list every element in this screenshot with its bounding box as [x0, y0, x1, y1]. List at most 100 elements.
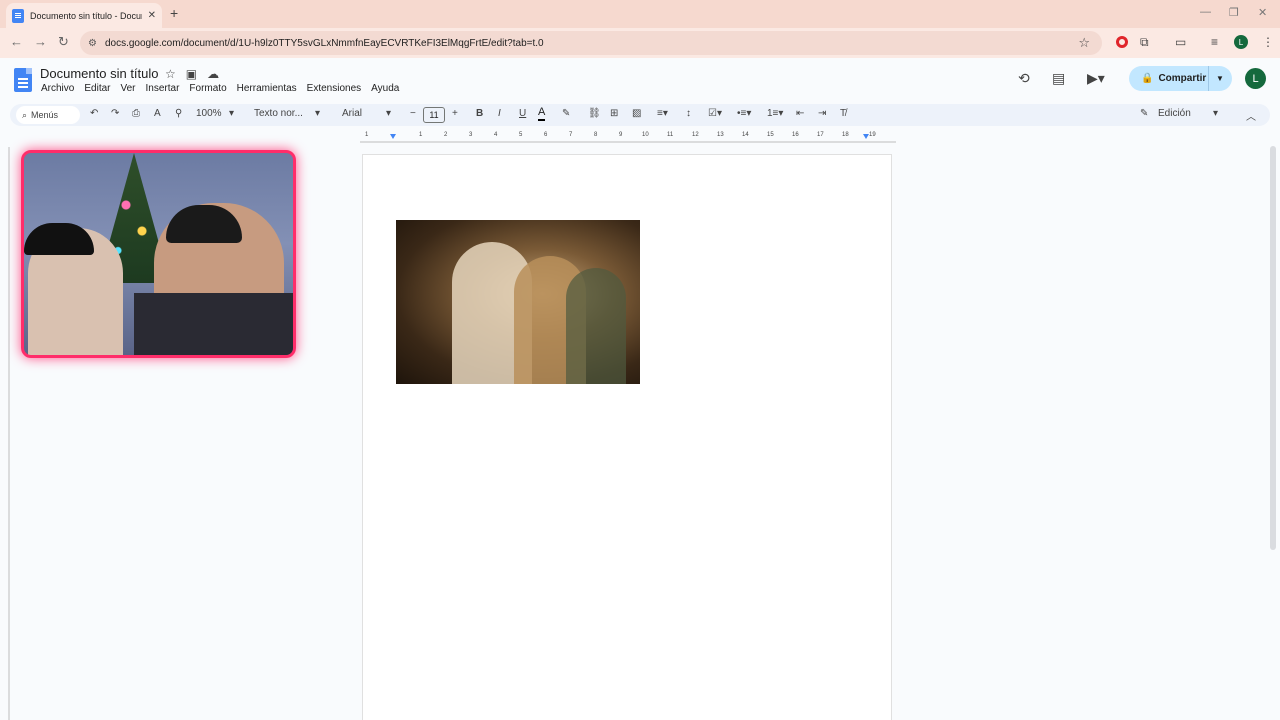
undo-icon[interactable]: ↶ — [90, 108, 98, 119]
menu-ayuda[interactable]: Ayuda — [371, 83, 399, 94]
reload-icon[interactable]: ↻ — [58, 34, 69, 50]
cast-icon[interactable]: ▭ — [1175, 35, 1186, 49]
minimize-icon[interactable]: — — [1200, 6, 1211, 18]
browser-profile-avatar[interactable]: L — [1234, 35, 1248, 49]
site-settings-icon[interactable]: ⚙ — [88, 38, 97, 49]
increase-indent-icon[interactable]: ⇥ — [818, 108, 826, 119]
ruler-label: 1 — [419, 132, 423, 138]
ruler-label: 14 — [742, 132, 749, 138]
link-icon[interactable]: ⛓ — [588, 108, 601, 119]
browser-tab-strip: Documento sin título - Documentos de Goo… — [0, 0, 1280, 28]
forward-icon[interactable]: → — [34, 34, 47, 49]
menu-archivo[interactable]: Archivo — [41, 83, 74, 94]
numbered-list-icon[interactable]: 1≡▾ — [767, 108, 783, 119]
bold-icon[interactable]: B — [476, 108, 483, 119]
url-text[interactable]: docs.google.com/document/d/1U-h9lz0TTY5s… — [105, 38, 544, 49]
close-window-icon[interactable]: ✕ — [1258, 6, 1267, 19]
bookmark-star-icon[interactable]: ☆ — [1078, 35, 1090, 51]
paint-format-icon[interactable]: ⚲ — [175, 108, 182, 119]
align-icon[interactable]: ≡▾ — [657, 108, 668, 119]
inserted-photo[interactable] — [396, 220, 640, 384]
italic-icon[interactable]: I — [498, 108, 501, 119]
search-menus-input[interactable]: ⌕ Menús — [16, 106, 80, 124]
font-size-input[interactable]: 11 — [423, 107, 445, 123]
zoom-select[interactable]: 100% — [196, 108, 222, 119]
omnibox[interactable]: ⚙ docs.google.com/document/d/1U-h9lz0TTY… — [80, 31, 1102, 55]
underline-icon[interactable]: U — [519, 108, 526, 119]
maximize-icon[interactable]: ❐ — [1229, 6, 1239, 19]
chevron-down-icon[interactable]: ▾ — [386, 108, 391, 119]
clear-formatting-icon[interactable]: T̸ — [840, 108, 846, 119]
opera-extension-icon[interactable] — [1116, 36, 1128, 51]
comments-icon[interactable]: ▤ — [1052, 70, 1065, 87]
vertical-ruler-ticks — [8, 147, 10, 720]
ruler-label: 15 — [767, 132, 774, 138]
decrease-indent-icon[interactable]: ⇤ — [796, 108, 804, 119]
lock-icon: 🔒 — [1141, 73, 1154, 84]
chevron-down-icon[interactable]: ▾ — [1213, 108, 1218, 119]
extensions-icon[interactable]: ⧉ — [1140, 35, 1149, 50]
meet-icon[interactable]: ▶▾ — [1087, 70, 1105, 87]
highlight-icon[interactable]: ✎ — [562, 108, 570, 119]
text-color-icon[interactable]: A — [538, 106, 546, 121]
version-history-icon[interactable]: ⟲ — [1018, 70, 1030, 87]
print-icon[interactable]: ⎙ — [132, 108, 140, 119]
move-folder-icon[interactable]: ▣ — [186, 67, 197, 81]
collapse-toolbar-icon[interactable]: ︿ — [1246, 108, 1256, 123]
insert-image-icon[interactable]: ▨ — [632, 108, 641, 119]
edit-mode-select[interactable]: Edición — [1158, 108, 1191, 119]
vertical-ruler[interactable] — [0, 147, 10, 720]
style-select[interactable]: Texto nor... — [254, 108, 303, 119]
decrease-font-size-icon[interactable]: − — [410, 108, 416, 119]
docs-logo-icon[interactable] — [14, 68, 32, 92]
search-menus-label: Menús — [31, 110, 59, 120]
bulleted-list-icon[interactable]: •≡▾ — [737, 108, 751, 119]
spellcheck-icon[interactable]: A — [154, 108, 161, 119]
formatting-toolbar: ⌕ Menús ↶ ↷ ⎙ A ⚲ 100% ▾ Texto nor... ▾ … — [10, 104, 1270, 126]
left-indent-marker — [390, 134, 396, 139]
address-bar-row: ← → ↻ ⚙ docs.google.com/document/d/1U-h9… — [0, 28, 1280, 58]
menu-formato[interactable]: Formato — [189, 83, 226, 94]
ruler-label: 8 — [594, 132, 598, 138]
ruler-label: 7 — [569, 132, 573, 138]
cloud-status-icon[interactable]: ☁ — [207, 67, 219, 81]
document-title[interactable]: Documento sin título — [40, 66, 159, 81]
ruler-label: 17 — [817, 132, 824, 138]
ruler-label: 1 — [365, 132, 369, 138]
chevron-down-icon[interactable]: ▾ — [315, 108, 320, 119]
ruler-label: 19 — [869, 132, 876, 138]
line-spacing-icon[interactable]: ↕ — [686, 108, 691, 119]
star-icon[interactable]: ☆ — [165, 67, 176, 81]
ruler-label: 3 — [469, 132, 473, 138]
add-comment-icon[interactable]: ⊞ — [610, 108, 618, 119]
horizontal-ruler[interactable]: 1 1 2 3 4 5 6 7 8 9 10 11 12 13 14 15 16… — [360, 131, 896, 143]
menu-ver[interactable]: Ver — [120, 83, 135, 94]
document-page[interactable] — [362, 154, 892, 720]
chevron-down-icon[interactable]: ▾ — [229, 108, 234, 119]
reading-list-icon[interactable]: ≡ — [1211, 35, 1218, 49]
menu-extensiones[interactable]: Extensiones — [307, 83, 361, 94]
account-avatar[interactable]: L — [1245, 68, 1266, 89]
close-tab-icon[interactable]: ✕ — [148, 10, 156, 21]
menu-herramientas[interactable]: Herramientas — [237, 83, 297, 94]
ruler-label: 10 — [642, 132, 649, 138]
menu-editar[interactable]: Editar — [84, 83, 110, 94]
browser-tab[interactable]: Documento sin título - Documentos de Goo… — [6, 3, 162, 28]
font-select[interactable]: Arial — [342, 108, 362, 119]
ruler-ticks — [360, 134, 896, 143]
redo-icon[interactable]: ↷ — [111, 108, 119, 119]
share-button[interactable]: 🔒 Compartir ▼ — [1129, 66, 1232, 91]
browser-menu-icon[interactable]: ⋮ — [1262, 35, 1274, 49]
share-dropdown-icon[interactable]: ▼ — [1209, 74, 1231, 83]
checklist-icon[interactable]: ☑▾ — [708, 108, 722, 119]
ruler-label: 18 — [842, 132, 849, 138]
new-tab-icon[interactable]: + — [170, 5, 178, 21]
ruler-label: 2 — [444, 132, 448, 138]
webcam-overlay — [21, 150, 296, 358]
back-icon[interactable]: ← — [10, 34, 23, 49]
edit-mode-icon[interactable]: ✎ — [1140, 108, 1148, 119]
ruler-label: 12 — [692, 132, 699, 138]
increase-font-size-icon[interactable]: + — [452, 108, 458, 119]
menu-insertar[interactable]: Insertar — [146, 83, 180, 94]
vertical-scrollbar[interactable] — [1270, 146, 1276, 550]
